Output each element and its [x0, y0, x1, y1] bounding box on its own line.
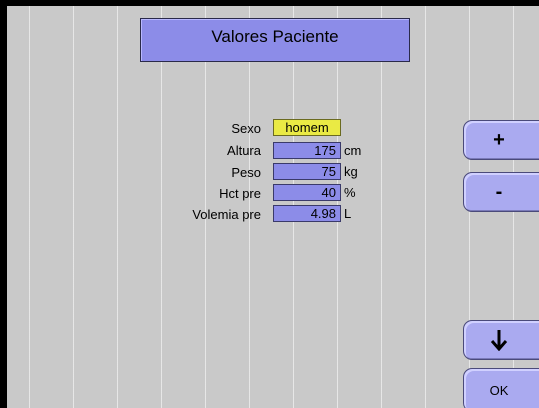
minus-label: - [495, 180, 503, 203]
screen: Valores Paciente Sexo homem Altura 175 c… [7, 6, 539, 408]
volemia-pre-label: Volemia pre [192, 207, 261, 222]
plus-button[interactable]: + [463, 120, 539, 160]
hct-pre-field[interactable]: 40 [273, 184, 341, 201]
altura-field[interactable]: 175 [273, 142, 341, 159]
ok-button[interactable]: OK [463, 368, 539, 408]
peso-field[interactable]: 75 [273, 163, 341, 180]
arrow-down-icon [490, 330, 508, 351]
hct-pre-label: Hct pre [219, 186, 261, 201]
altura-unit: cm [344, 143, 362, 158]
sexo-field[interactable]: homem [273, 119, 341, 136]
volemia-pre-unit: L [344, 206, 352, 221]
volemia-pre-field[interactable]: 4.98 [273, 205, 341, 222]
ok-label: OK [489, 382, 509, 398]
page-title: Valores Paciente [211, 27, 339, 46]
sexo-label: Sexo [231, 121, 261, 136]
plus-label: + [493, 128, 505, 151]
minus-button[interactable]: - [463, 172, 539, 212]
title-bar: Valores Paciente [140, 18, 410, 62]
down-button[interactable] [463, 320, 539, 360]
peso-unit: kg [344, 164, 358, 179]
peso-label: Peso [231, 165, 261, 180]
altura-label: Altura [227, 143, 261, 158]
hct-pre-unit: % [344, 185, 356, 200]
